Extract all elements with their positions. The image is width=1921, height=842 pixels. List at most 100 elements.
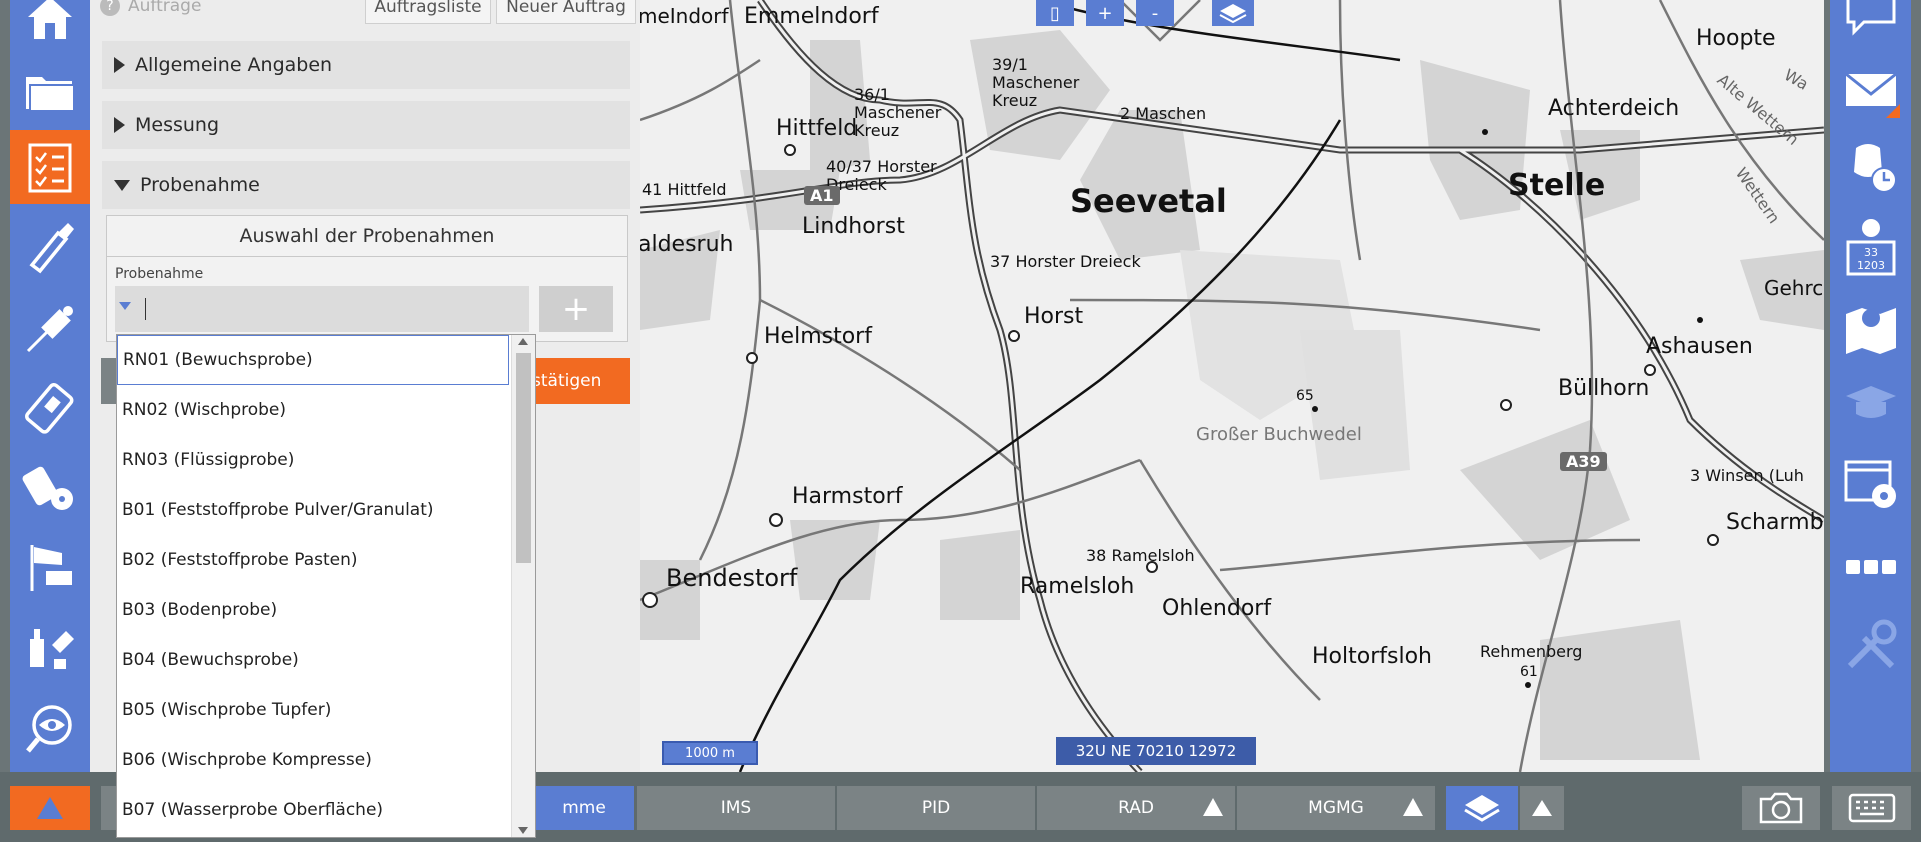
elevation-label: 61 <box>1520 664 1538 680</box>
dropdown-option[interactable]: RN01 (Bewuchsprobe) <box>117 335 509 385</box>
new-order-button[interactable]: Neuer Auftrag <box>496 0 636 24</box>
place-label: Helmstorf <box>764 324 872 349</box>
scroll-up-icon[interactable] <box>518 338 528 345</box>
place-label: Bendestorf <box>666 564 798 592</box>
gas-mask-clock-icon <box>1853 144 1897 193</box>
layers-icon <box>1464 795 1500 822</box>
section-label: Allgemeine Angaben <box>135 54 333 76</box>
training-button[interactable] <box>1830 366 1911 440</box>
chat-button[interactable] <box>1830 0 1911 50</box>
place-label: aldesruh <box>640 232 734 257</box>
add-probe-button[interactable]: + <box>539 286 613 332</box>
tab-mgmg[interactable]: MGMG <box>1237 786 1435 830</box>
dropdown-option[interactable]: B06 (Wischprobe Kompresse) <box>117 735 509 785</box>
more-button[interactable] <box>1830 530 1911 604</box>
place-label: Gehrc <box>1764 276 1824 300</box>
order-list-button[interactable]: Auftragsliste <box>365 0 491 24</box>
sensor-button[interactable] <box>10 292 90 366</box>
more-icon <box>1845 560 1896 574</box>
dropdown-option[interactable]: RN03 (Flüssigprobe) <box>117 435 509 485</box>
dosimeter-button[interactable] <box>10 372 90 446</box>
dropdown-option[interactable]: RN02 (Wischprobe) <box>117 385 509 435</box>
place-label: Emmelndorf <box>744 4 879 29</box>
junction-label: 39/1 Maschener Kreuz <box>992 55 1080 110</box>
eye-search-icon <box>26 705 72 753</box>
dropdown-option[interactable]: B05 (Wischprobe Tupfer) <box>117 685 509 735</box>
layers-icon <box>1219 4 1247 24</box>
screenshot-button[interactable] <box>1742 786 1820 830</box>
dropdown-scrollbar[interactable] <box>511 335 535 837</box>
map-fullscreen-button[interactable]: ▯ <box>1036 0 1074 26</box>
tab-sampling[interactable]: mme <box>534 786 634 830</box>
expand-panel-button[interactable] <box>10 786 90 830</box>
radiation-meter-button[interactable] <box>10 450 90 524</box>
map-location-button[interactable] <box>1830 290 1911 364</box>
camera-icon <box>1759 792 1803 824</box>
place-label: Rehmenberg <box>1480 642 1583 661</box>
help-icon[interactable]: ? <box>100 0 120 16</box>
zoom-in-button[interactable]: + <box>1086 0 1124 26</box>
protection-timer-button[interactable] <box>1830 130 1911 204</box>
section-label: Messung <box>135 114 220 136</box>
view-button[interactable] <box>10 692 90 766</box>
dropdown-option[interactable]: B04 (Bewuchsprobe) <box>117 635 509 685</box>
svg-text:1203: 1203 <box>1857 259 1885 272</box>
tab-ims[interactable]: IMS <box>637 786 835 830</box>
zoom-out-button[interactable]: - <box>1136 0 1174 26</box>
home-button[interactable] <box>10 0 90 54</box>
sensor-probe-icon <box>26 306 73 353</box>
layers-menu-button[interactable] <box>1520 786 1564 830</box>
dropdown-option[interactable]: B01 (Feststoffprobe Pulver/Granulat) <box>117 485 509 535</box>
keyboard-button[interactable] <box>1832 786 1911 830</box>
place-label: Hoopte <box>1696 26 1776 51</box>
layers-toggle-button[interactable] <box>1446 786 1518 830</box>
map-layers-button[interactable] <box>1212 0 1254 26</box>
scrollbar-thumb[interactable] <box>516 353 531 563</box>
place-label: Holtorfsloh <box>1312 644 1432 669</box>
checklist-icon <box>28 143 72 193</box>
section-label: Probenahme <box>140 174 260 196</box>
probe-combobox[interactable] <box>115 286 529 332</box>
back-button[interactable] <box>101 358 117 404</box>
folder-button[interactable] <box>10 54 90 128</box>
expand-down-icon <box>114 179 130 191</box>
map-coordinate-readout: 32U NE 70210 12972 <box>1056 737 1256 765</box>
place-label: meIndorf <box>640 4 729 28</box>
sample-selection-heading: Auswahl der Probenahmen <box>107 216 627 257</box>
tools-button[interactable] <box>1830 608 1911 682</box>
dropdown-option[interactable]: B07 (Wasserprobe Oberfläche) <box>117 785 509 835</box>
triangle-up-icon <box>1203 798 1223 816</box>
expand-right-icon <box>114 57 125 73</box>
info-database-icon: 331203 <box>1846 219 1895 276</box>
section-general[interactable]: Allgemeine Angaben <box>102 41 630 89</box>
tab-rad[interactable]: RAD <box>1037 786 1235 830</box>
settings-button[interactable] <box>1830 446 1911 520</box>
probe-field-label: Probenahme <box>115 266 204 282</box>
dropdown-option[interactable]: B02 (Feststoffprobe Pasten) <box>117 535 509 585</box>
junction-label: 41 Hittfeld <box>642 180 727 199</box>
wind-button[interactable] <box>10 530 90 604</box>
probe-button[interactable] <box>10 210 90 284</box>
section-sampling[interactable]: Probenahme <box>102 161 630 209</box>
mail-button[interactable] <box>1830 52 1911 126</box>
keyboard-icon <box>1848 793 1895 823</box>
scroll-down-icon[interactable] <box>518 827 528 834</box>
tab-pid[interactable]: PID <box>837 786 1035 830</box>
place-label: Ashausen <box>1646 334 1753 359</box>
info-database-button[interactable]: 33 1203 <box>1830 210 1911 284</box>
expand-right-icon <box>114 117 125 133</box>
tab-edge <box>101 786 117 830</box>
text-cursor <box>145 298 146 320</box>
map-view[interactable]: ▯ + - meIndorf Emmelndorf Hittfeld Seeve… <box>640 0 1824 772</box>
place-label: Ramelsloh <box>1020 574 1135 599</box>
probe-dropdown-list[interactable]: RN01 (Bewuchsprobe) RN02 (Wischprobe) RN… <box>116 334 536 838</box>
orders-button[interactable] <box>10 130 90 204</box>
dosimeter-icon <box>25 383 74 434</box>
triangle-up-icon <box>1403 798 1423 816</box>
chat-icon <box>1846 0 1895 36</box>
section-measurement[interactable]: Messung <box>102 101 630 149</box>
junction-label: 37 Horster Dreieck <box>990 252 1141 271</box>
sampling-button[interactable] <box>10 610 90 684</box>
dropdown-option[interactable]: B03 (Bodenprobe) <box>117 585 509 635</box>
place-label: Seevetal <box>1070 182 1227 220</box>
